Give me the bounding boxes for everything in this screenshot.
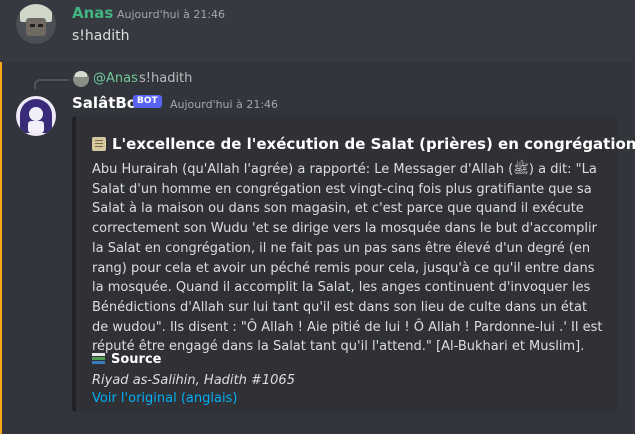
avatar-body-shape	[28, 121, 44, 133]
avatar-eye-shape	[30, 24, 35, 27]
reply-mention[interactable]: @Anas	[93, 71, 138, 86]
field-name-text: Source	[111, 352, 162, 367]
salatbot-avatar[interactable]	[16, 96, 56, 136]
embed-field-name: Source	[92, 352, 161, 367]
bot-badge: BOT	[133, 95, 162, 108]
author-name-anas[interactable]: Anas	[72, 4, 113, 22]
message-content: s!hadith	[72, 28, 130, 44]
hadith-embed: L'excellence de l'exécution de Salat (pr…	[72, 116, 635, 412]
message-anas: Anas Aujourd'hui à 21:46 s!hadith	[0, 0, 635, 56]
avatar-face-shape	[26, 18, 46, 36]
anas-avatar[interactable]	[16, 4, 56, 44]
scroll-icon	[92, 137, 106, 151]
message-timestamp: Aujourd'hui à 21:46	[117, 8, 226, 21]
avatar-eye-shape	[38, 24, 43, 27]
message-timestamp: Aujourd'hui à 21:46	[170, 98, 279, 111]
reply-spine	[34, 79, 69, 89]
embed-title-text: L'excellence de l'exécution de Salat (pr…	[112, 135, 635, 153]
embed-title: L'excellence de l'exécution de Salat (pr…	[92, 135, 635, 153]
avatar-face-shape	[29, 107, 43, 121]
embed-description: Abu Hurairah (qu'Allah l'agrée) a rappor…	[92, 162, 603, 355]
reply-avatar[interactable]	[73, 71, 89, 87]
embed-field-value: Riyad as-Salihin, Hadith #1065	[92, 373, 295, 388]
reply-preview-text[interactable]: s!hadith	[139, 71, 192, 86]
original-link[interactable]: Voir l'original (anglais)	[92, 391, 237, 406]
books-icon	[92, 353, 105, 365]
